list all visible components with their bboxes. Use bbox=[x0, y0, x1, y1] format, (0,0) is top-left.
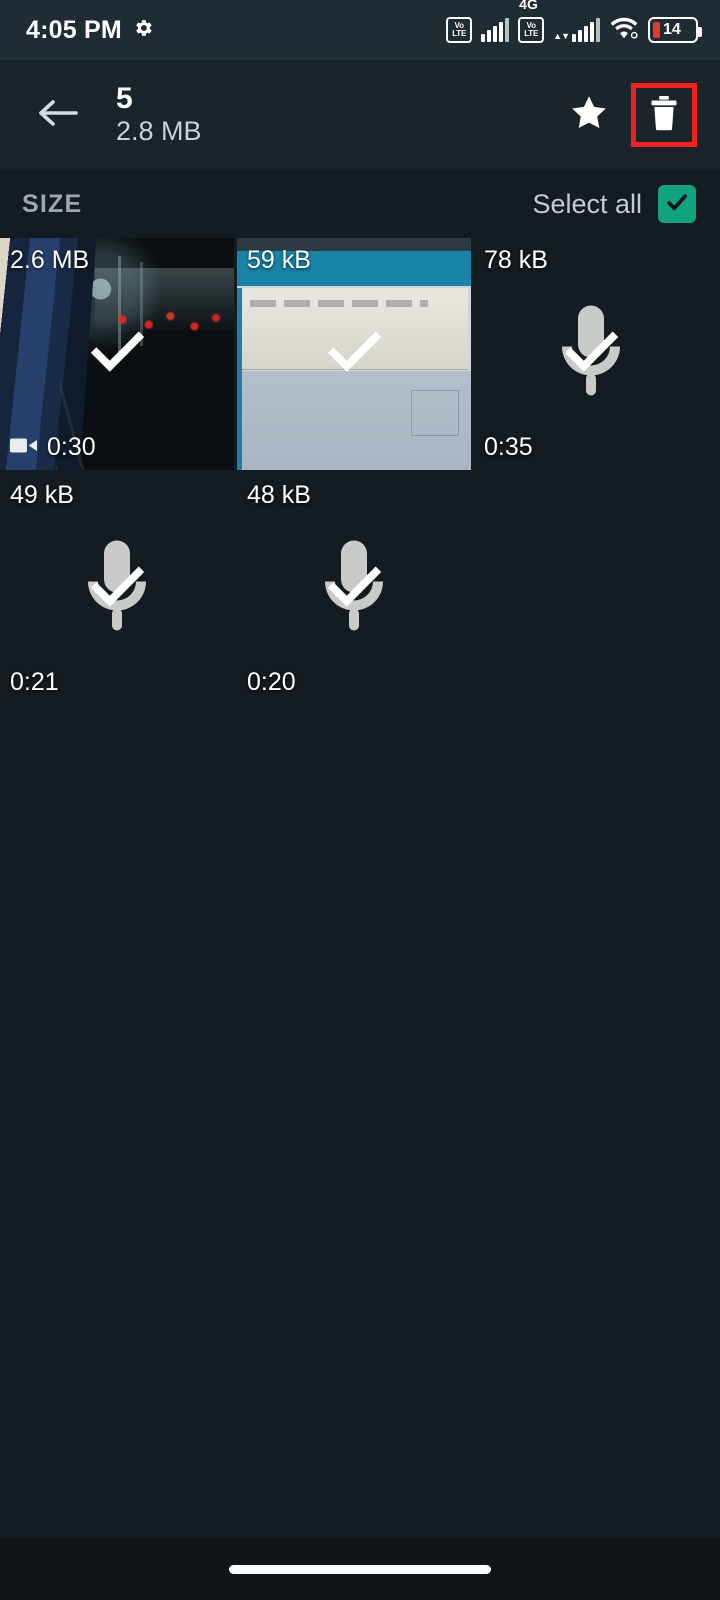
item-selected-check bbox=[86, 321, 148, 388]
network-type-label: 4G bbox=[519, 0, 538, 12]
grid-item-audio[interactable]: 49 kB 0:21 bbox=[0, 473, 234, 705]
app-bar-actions bbox=[557, 83, 702, 147]
item-duration-label: 0:20 bbox=[247, 668, 296, 696]
app-bar-title-block: 5 2.8 MB bbox=[116, 83, 202, 148]
item-duration: 0:30 bbox=[10, 433, 96, 462]
item-size-label: 49 kB bbox=[10, 481, 74, 509]
file-grid: 2.6 MB 0:30 59 kB 78 kB 0:35 49 kB 0:21 … bbox=[0, 238, 720, 705]
item-duration: 0:20 bbox=[247, 668, 296, 697]
delete-button[interactable] bbox=[631, 83, 697, 147]
item-size-label: 48 kB bbox=[247, 481, 311, 509]
grid-item-image[interactable]: 59 kB bbox=[237, 238, 471, 470]
status-clock: 4:05 PM bbox=[26, 15, 122, 44]
trash-icon bbox=[647, 94, 681, 137]
status-bar: 4:05 PM Vo LTE Vo LTE ▲▼ 4G 14 bbox=[0, 0, 720, 60]
item-selected-check bbox=[86, 556, 148, 623]
item-selected-check bbox=[560, 321, 622, 388]
item-size-label: 59 kB bbox=[247, 246, 311, 274]
total-size-label: 2.8 MB bbox=[116, 116, 202, 147]
star-icon bbox=[568, 92, 610, 139]
volte-icon-sim1: Vo LTE bbox=[446, 17, 473, 43]
signal-bars-sim1-icon bbox=[481, 18, 510, 42]
status-bar-right: Vo LTE Vo LTE ▲▼ 4G 14 bbox=[446, 0, 702, 45]
navigation-bar bbox=[0, 1538, 720, 1600]
item-duration: 0:35 bbox=[484, 433, 533, 462]
wifi-icon bbox=[609, 16, 639, 45]
gear-icon bbox=[132, 17, 154, 44]
status-bar-left: 4:05 PM bbox=[26, 16, 154, 45]
item-size-label: 2.6 MB bbox=[10, 246, 90, 274]
item-duration-label: 0:35 bbox=[484, 433, 533, 461]
battery-fill bbox=[653, 22, 660, 38]
star-button[interactable] bbox=[557, 83, 621, 147]
grid-item-audio[interactable]: 78 kB 0:35 bbox=[474, 238, 708, 470]
home-gesture-pill[interactable] bbox=[229, 1564, 491, 1574]
signal-bars-sim2-icon bbox=[572, 18, 600, 42]
selected-count-label: 5 bbox=[116, 81, 133, 115]
grid-item-video[interactable]: 2.6 MB 0:30 bbox=[0, 238, 234, 470]
grid-item-audio[interactable]: 48 kB 0:20 bbox=[237, 473, 471, 705]
app-bar: 5 2.8 MB bbox=[0, 60, 720, 170]
volte-bottom-label: LTE bbox=[452, 29, 467, 38]
data-transfer-arrows-icon: ▲▼ bbox=[553, 31, 570, 41]
battery-icon: 14 bbox=[648, 17, 702, 43]
select-all-checkbox[interactable] bbox=[658, 185, 696, 223]
item-duration: 0:21 bbox=[10, 668, 59, 697]
section-header: SIZE Select all bbox=[0, 170, 720, 238]
item-selected-check bbox=[323, 556, 385, 623]
checkmark-icon bbox=[664, 189, 690, 220]
item-duration-label: 0:30 bbox=[47, 433, 96, 461]
item-duration-label: 0:21 bbox=[10, 668, 59, 696]
battery-percent-label: 14 bbox=[663, 21, 681, 38]
volte-bottom-label: LTE bbox=[524, 29, 539, 38]
item-selected-check bbox=[323, 321, 385, 388]
select-all-label[interactable]: Select all bbox=[532, 189, 642, 220]
volte-icon-sim2: Vo LTE bbox=[518, 17, 545, 43]
back-arrow-icon bbox=[36, 96, 80, 135]
video-camera-icon bbox=[10, 433, 38, 462]
section-title-label: SIZE bbox=[22, 189, 83, 218]
back-button[interactable] bbox=[30, 87, 86, 143]
mobile-data-icon: ▲▼ 4G bbox=[519, 0, 600, 42]
item-size-label: 78 kB bbox=[484, 246, 548, 274]
